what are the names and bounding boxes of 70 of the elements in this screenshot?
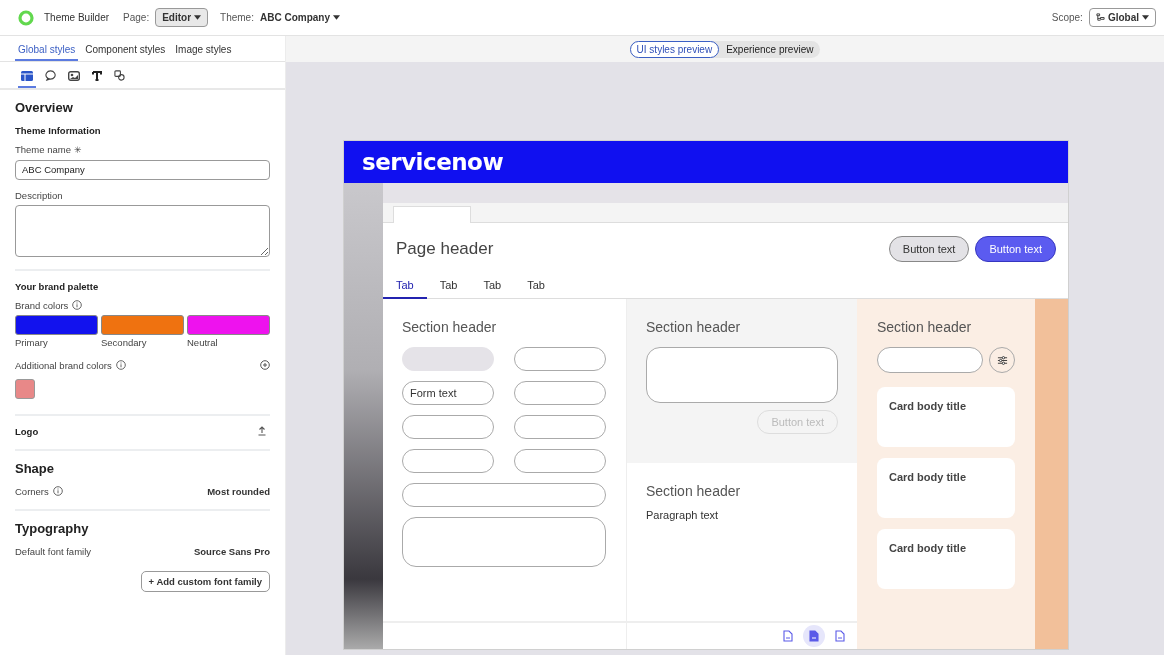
field-label: Additional brand colors <box>15 359 112 371</box>
required-mark: ✳ <box>73 145 82 155</box>
section-header: Section header <box>646 483 742 499</box>
theme-name-field[interactable]: ABC Company <box>15 159 270 180</box>
field-value: Source Sans Pro <box>193 545 270 557</box>
field-label: Brand colors <box>15 299 69 311</box>
app-logo-icon <box>18 9 34 26</box>
preview-tab[interactable]: Tab <box>426 275 471 299</box>
page-header: Page header <box>396 239 494 259</box>
color-swatch[interactable] <box>15 314 98 335</box>
preview-tab[interactable]: Tab <box>514 275 558 299</box>
search-field[interactable] <box>877 347 983 373</box>
add-icon[interactable] <box>260 360 270 370</box>
app-title: Theme Builder <box>44 12 110 23</box>
panel-tab[interactable]: Image styles <box>172 44 235 61</box>
panel-tab[interactable]: Component styles <box>82 44 169 61</box>
section-heading: Typography <box>15 520 90 536</box>
header-button[interactable]: Button text <box>975 236 1056 262</box>
swatch-label: Neutral <box>187 336 219 348</box>
preview-tab[interactable]: Tab <box>470 275 515 299</box>
info-icon[interactable] <box>72 300 83 310</box>
page-dropdown[interactable]: Editor <box>155 8 209 27</box>
section-header: Section header <box>877 319 973 335</box>
field-label: Description <box>15 189 64 201</box>
section-heading: Shape <box>15 460 55 476</box>
header-button[interactable]: Button text <box>888 236 970 262</box>
filter-button[interactable] <box>989 347 1015 373</box>
field-label: Default font family <box>15 545 92 557</box>
card-title: Card body title <box>889 471 966 483</box>
caret-icon <box>1142 15 1149 20</box>
panel-tab[interactable]: Global styles <box>15 44 79 61</box>
card-title: Card body title <box>889 542 966 554</box>
caret-icon <box>194 15 202 20</box>
paragraph-text: Paragraph text <box>646 509 720 521</box>
sliders-icon <box>996 354 1008 366</box>
field-value: Most rounded <box>207 485 270 497</box>
brand-logo: servicenow <box>362 149 504 175</box>
add-font-button[interactable]: + Add custom font family <box>140 570 270 592</box>
layout-tool-icon[interactable] <box>18 68 36 88</box>
text-area[interactable] <box>402 517 606 567</box>
color-swatch[interactable] <box>15 378 35 399</box>
color-swatch[interactable] <box>187 314 270 335</box>
preview-toggle[interactable]: UI styles preview <box>629 40 720 58</box>
page-label: Page: <box>123 12 150 23</box>
document-icon[interactable] <box>803 625 825 647</box>
info-icon[interactable] <box>115 360 126 370</box>
section-heading: Overview <box>15 100 74 115</box>
theme-dropdown[interactable]: ABC Company <box>259 12 340 23</box>
scope-dropdown[interactable]: Global <box>1088 8 1156 27</box>
hierarchy-icon <box>1095 13 1105 22</box>
description-field[interactable] <box>15 204 270 257</box>
field-label: Theme name <box>15 144 71 155</box>
section-header: Section header <box>402 319 498 335</box>
card-title: Card body title <box>889 400 966 412</box>
text-area[interactable] <box>646 347 838 403</box>
preview-tab[interactable]: Tab <box>383 275 427 299</box>
swatch-label: Primary <box>15 336 49 348</box>
section-subheading: Theme Information <box>15 125 102 136</box>
section-subheading: Your brand palette <box>15 280 100 292</box>
preview-toggle[interactable]: Experience preview <box>719 40 821 58</box>
scope-label: Scope: <box>1051 12 1083 23</box>
color-swatch[interactable] <box>101 314 184 335</box>
theme-label: Theme: <box>220 12 254 23</box>
section-subheading: Logo <box>15 425 39 437</box>
caret-icon <box>333 15 340 20</box>
info-icon[interactable] <box>52 486 63 496</box>
upload-icon[interactable] <box>257 426 267 436</box>
swatch-label: Secondary <box>101 336 148 348</box>
field-label: Corners <box>15 485 49 497</box>
section-header: Section header <box>646 319 742 335</box>
